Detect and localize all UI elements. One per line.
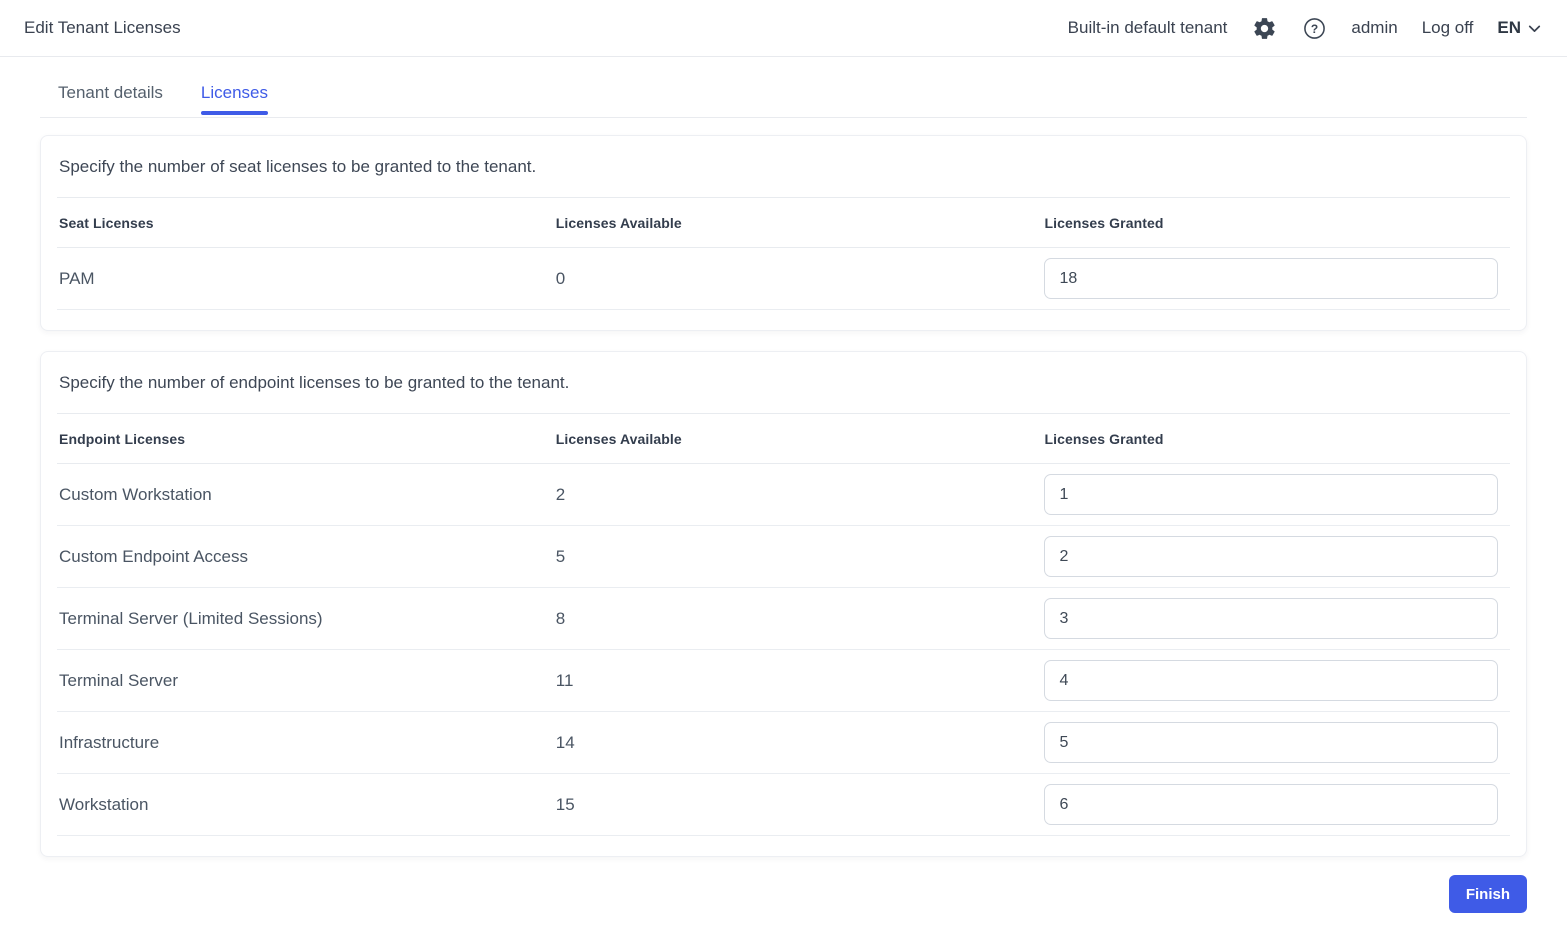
settings-gear-icon[interactable]	[1251, 15, 1277, 41]
licenses-granted-input[interactable]	[1044, 536, 1498, 577]
top-bar: Edit Tenant Licenses Built-in default te…	[0, 0, 1567, 57]
chevron-down-icon	[1526, 20, 1543, 37]
licenses-granted-input[interactable]	[1044, 660, 1498, 701]
license-name: Workstation	[59, 794, 149, 814]
license-name: Terminal Server (Limited Sessions)	[59, 608, 323, 628]
licenses-granted-input[interactable]	[1044, 722, 1498, 763]
licenses-granted-cell	[1042, 598, 1510, 639]
license-name: Terminal Server	[59, 670, 179, 690]
licenses-granted-cell	[1042, 536, 1510, 577]
licenses-available-value: 8	[555, 608, 566, 628]
top-bar-actions: Built-in default tenant ? admin Log off …	[1068, 15, 1543, 41]
licenses-granted-cell	[1042, 722, 1510, 763]
column-header-seat-licenses: Seat Licenses	[59, 214, 154, 231]
table-header-row: Endpoint Licenses Licenses Available Lic…	[57, 414, 1510, 464]
licenses-granted-cell	[1042, 784, 1510, 825]
seat-license-row: PAM 0	[57, 248, 1510, 310]
help-icon[interactable]: ?	[1301, 15, 1327, 41]
column-header-endpoint-licenses: Endpoint Licenses	[59, 430, 186, 447]
logoff-button[interactable]: Log off	[1422, 18, 1474, 38]
endpoint-licenses-card: Specify the number of endpoint licenses …	[40, 351, 1527, 857]
license-name: Custom Endpoint Access	[59, 546, 248, 566]
license-name: PAM	[59, 268, 95, 288]
tab-bar: Tenant details Licenses	[40, 57, 1527, 118]
licenses-granted-cell	[1042, 474, 1510, 515]
endpoint-license-row: Custom Endpoint Access 5	[57, 526, 1510, 588]
endpoint-license-row: Custom Workstation 2	[57, 464, 1510, 526]
finish-button[interactable]: Finish	[1448, 875, 1527, 913]
column-header-licenses-granted: Licenses Granted	[1044, 214, 1164, 231]
column-header-licenses-available: Licenses Available	[555, 430, 682, 447]
endpoint-license-row: Terminal Server (Limited Sessions) 8	[57, 588, 1510, 650]
page-footer: Finish	[40, 875, 1527, 913]
licenses-granted-input[interactable]	[1044, 474, 1498, 515]
licenses-available-value: 15	[555, 794, 575, 814]
licenses-available-value: 0	[555, 268, 566, 288]
licenses-granted-input[interactable]	[1044, 258, 1498, 299]
table-header-row: Seat Licenses Licenses Available License…	[57, 198, 1510, 248]
current-tenant-label: Built-in default tenant	[1067, 18, 1228, 37]
seat-licenses-description: Specify the number of seat licenses to b…	[57, 136, 1510, 198]
licenses-granted-cell	[1042, 660, 1510, 701]
licenses-granted-cell	[1042, 258, 1510, 299]
endpoint-licenses-table: Endpoint Licenses Licenses Available Lic…	[57, 414, 1510, 856]
licenses-granted-input[interactable]	[1044, 784, 1498, 825]
page-title: Edit Tenant Licenses	[24, 18, 181, 37]
licenses-available-value: 2	[555, 484, 566, 504]
language-selector[interactable]: EN	[1497, 18, 1543, 38]
license-name: Custom Workstation	[59, 484, 212, 504]
license-name: Infrastructure	[59, 732, 160, 752]
column-header-licenses-granted: Licenses Granted	[1044, 430, 1164, 447]
svg-text:?: ?	[1311, 21, 1318, 35]
endpoint-licenses-description: Specify the number of endpoint licenses …	[57, 352, 1510, 414]
licenses-granted-input[interactable]	[1044, 598, 1498, 639]
licenses-available-value: 11	[555, 670, 574, 690]
seat-licenses-card: Specify the number of seat licenses to b…	[40, 135, 1527, 331]
column-header-licenses-available: Licenses Available	[555, 214, 682, 231]
language-label: EN	[1497, 18, 1521, 37]
tab-licenses[interactable]: Licenses	[200, 83, 269, 117]
endpoint-license-row: Terminal Server 11	[57, 650, 1510, 712]
licenses-available-value: 14	[555, 732, 575, 752]
tab-tenant-details[interactable]: Tenant details	[58, 83, 163, 117]
seat-licenses-table: Seat Licenses Licenses Available License…	[57, 198, 1510, 330]
endpoint-license-row: Infrastructure 14	[57, 712, 1510, 774]
endpoint-license-row: Workstation 15	[57, 774, 1510, 836]
user-menu[interactable]: admin	[1351, 18, 1397, 38]
licenses-available-value: 5	[555, 546, 566, 566]
